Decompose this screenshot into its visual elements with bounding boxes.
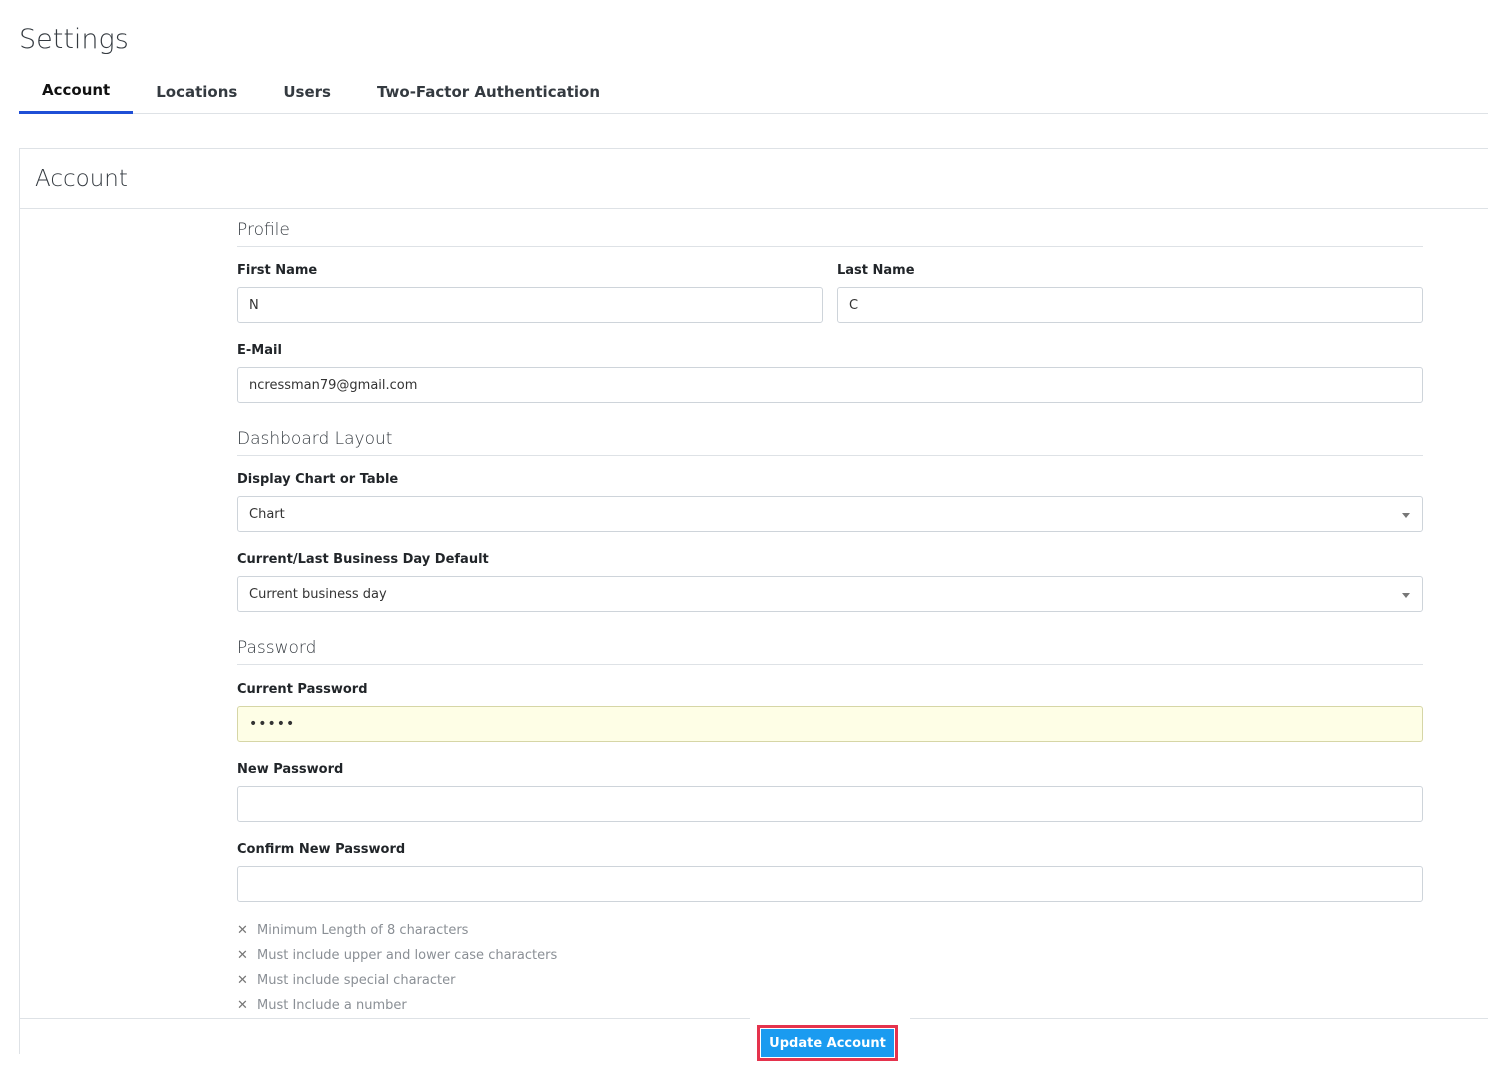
page-title: Settings xyxy=(19,24,129,55)
account-form: Profile First Name N Last Name C E-Mail … xyxy=(237,209,1423,1018)
close-icon: ✕ xyxy=(237,998,248,1013)
password-rule: ✕ Minimum Length of 8 characters xyxy=(237,918,1423,943)
close-icon: ✕ xyxy=(237,948,248,963)
tab-locations[interactable]: Locations xyxy=(133,70,260,114)
tab-account[interactable]: Account xyxy=(19,70,134,114)
close-icon: ✕ xyxy=(237,973,248,988)
display-chart-or-table-label: Display Chart or Table xyxy=(237,471,399,487)
tab-two-factor-authentication[interactable]: Two-Factor Authentication xyxy=(354,70,623,114)
password-rule-text: Must include special character xyxy=(257,973,456,988)
business-day-default-select[interactable]: Current business day xyxy=(237,576,1423,612)
card-title: Account xyxy=(35,165,128,192)
password-rule: ✕ Must include special character xyxy=(237,968,1423,993)
current-password-field[interactable]: ••••• xyxy=(237,706,1423,742)
new-password-field[interactable] xyxy=(237,786,1423,822)
confirm-new-password-field[interactable] xyxy=(237,866,1423,902)
new-password-label: New Password xyxy=(237,761,344,777)
update-account-button[interactable]: Update Account xyxy=(757,1025,898,1061)
chevron-down-icon xyxy=(1402,513,1410,518)
first-name-label: First Name xyxy=(237,262,318,278)
password-rule-text: Must include upper and lower case charac… xyxy=(257,948,558,963)
business-day-default-label: Current/Last Business Day Default xyxy=(237,551,489,567)
first-name-field[interactable]: N xyxy=(237,287,823,323)
display-chart-or-table-value: Chart xyxy=(249,506,285,522)
dashboard-layout-heading: Dashboard Layout xyxy=(237,418,1423,456)
settings-tabs: Account Locations Users Two-Factor Authe… xyxy=(19,70,1488,114)
chevron-down-icon xyxy=(1402,593,1410,598)
display-chart-or-table-select[interactable]: Chart xyxy=(237,496,1423,532)
confirm-new-password-label: Confirm New Password xyxy=(237,841,406,857)
password-rule-text: Must Include a number xyxy=(257,998,407,1013)
account-card: Account Profile First Name N Last Name C… xyxy=(19,148,1488,1054)
tab-users[interactable]: Users xyxy=(260,70,354,114)
password-rule: ✕ Must include upper and lower case char… xyxy=(237,943,1423,968)
email-field[interactable]: ncressman79@gmail.com xyxy=(237,367,1423,403)
password-heading: Password xyxy=(237,627,1423,665)
last-name-label: Last Name xyxy=(837,262,915,278)
password-rule-text: Minimum Length of 8 characters xyxy=(257,923,469,938)
email-label: E-Mail xyxy=(237,342,282,358)
business-day-default-value: Current business day xyxy=(249,586,387,602)
password-rules-list: ✕ Minimum Length of 8 characters ✕ Must … xyxy=(237,918,1423,1018)
profile-heading: Profile xyxy=(237,209,1423,247)
last-name-field[interactable]: C xyxy=(837,287,1423,323)
close-icon: ✕ xyxy=(237,923,248,938)
card-header: Account xyxy=(20,149,1488,209)
password-rule: ✕ Must Include a number xyxy=(237,993,1423,1018)
current-password-label: Current Password xyxy=(237,681,368,697)
